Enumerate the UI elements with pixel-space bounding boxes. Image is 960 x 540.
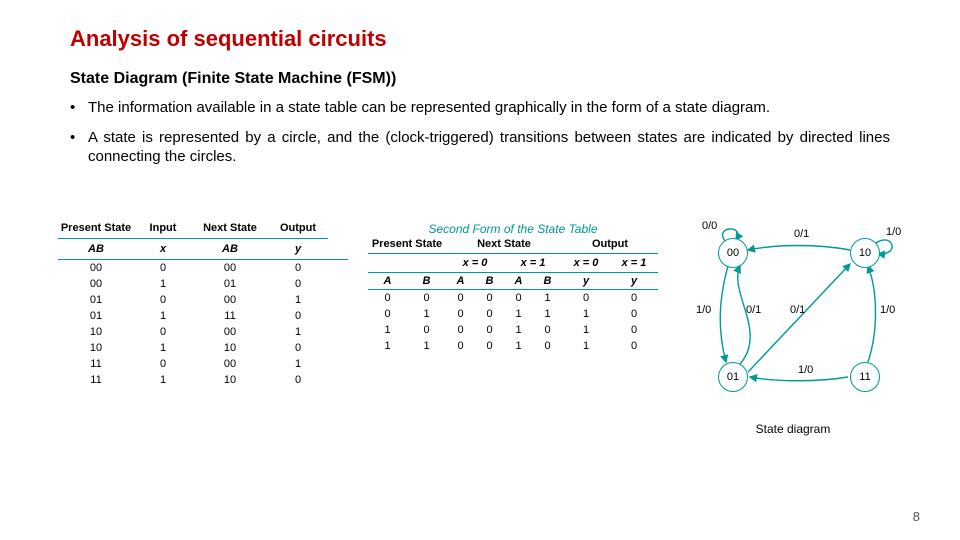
t2-out-x0: x = 0 (562, 257, 610, 269)
table-row: 01001110 (368, 306, 658, 322)
t1-sub-nB: B (230, 243, 238, 255)
t2-ps-A: A (368, 275, 407, 287)
bullet-list: The information available in a state tab… (70, 98, 890, 167)
t1-sub-x: x (160, 243, 166, 255)
figures-row: Present State Input Next State Output AB… (58, 222, 930, 432)
state-table-long: Present State Input Next State Output AB… (58, 222, 348, 388)
state-10: 10 (850, 238, 880, 268)
t1-h-present: Present State (58, 222, 134, 239)
t1-h-output: Output (268, 222, 328, 239)
state-00: 00 (718, 238, 748, 268)
t2-h-present: Present State (368, 238, 446, 254)
t2-ns-x1: x = 1 (504, 257, 562, 269)
state-diagram: 00 10 01 11 0/0 0/1 1/0 1/0 0/1 0/1 1/0 … (668, 222, 918, 432)
t2-h-next: Next State (446, 238, 562, 254)
table-row: 000000 (58, 260, 348, 276)
table-row: 110001 (58, 356, 348, 372)
t1-h-next: Next State (192, 222, 268, 239)
state-table-compact: Present State Next State Output x = 0x =… (368, 238, 658, 354)
t1-sub-A: A (88, 243, 96, 255)
bullet-2: A state is represented by a circle, and … (70, 128, 890, 167)
t2-title: Second Form of the State Table (368, 222, 658, 236)
table-row: 10001010 (368, 322, 658, 338)
table-row: 001010 (58, 276, 348, 292)
table-row: 111100 (58, 372, 348, 388)
slide: Analysis of sequential circuits State Di… (0, 0, 960, 540)
state-01: 01 (718, 362, 748, 392)
t1-sub-nA: A (222, 243, 230, 255)
t2-out-x1: x = 1 (610, 257, 658, 269)
table-row: 100001 (58, 324, 348, 340)
table-row: 011110 (58, 308, 348, 324)
subtitle: State Diagram (Finite State Machine (FSM… (70, 70, 890, 88)
slide-title: Analysis of sequential circuits (70, 26, 890, 52)
t2-ps-B: B (407, 275, 446, 287)
bullet-1: The information available in a state tab… (70, 98, 890, 118)
t2-h-output: Output (562, 238, 658, 254)
edge-10-00: 0/1 (794, 228, 809, 240)
t2-ns-x0: x = 0 (446, 257, 504, 269)
edge-11-01: 1/0 (798, 364, 813, 376)
edge-01-11: 0/1 (790, 304, 805, 316)
edge-11-10: 1/0 (880, 304, 895, 316)
table-row: 010001 (58, 292, 348, 308)
edge-10-self: 1/0 (886, 226, 901, 238)
table-row: 101100 (58, 340, 348, 356)
t1-h-input: Input (134, 222, 192, 239)
state-diagram-caption: State diagram (668, 422, 918, 436)
edge-01-00: 0/1 (746, 304, 761, 316)
state-table-compact-wrap: Second Form of the State Table Present S… (368, 222, 658, 354)
page-number: 8 (913, 509, 920, 524)
state-diagram-svg (668, 222, 918, 422)
edge-00-self: 0/0 (702, 220, 717, 232)
t1-sub-B: B (96, 243, 104, 255)
table-row: 11001010 (368, 338, 658, 354)
t1-sub-y: y (295, 243, 301, 255)
state-11: 11 (850, 362, 880, 392)
table-row: 00000100 (368, 290, 658, 306)
edge-00-01: 1/0 (696, 304, 711, 316)
